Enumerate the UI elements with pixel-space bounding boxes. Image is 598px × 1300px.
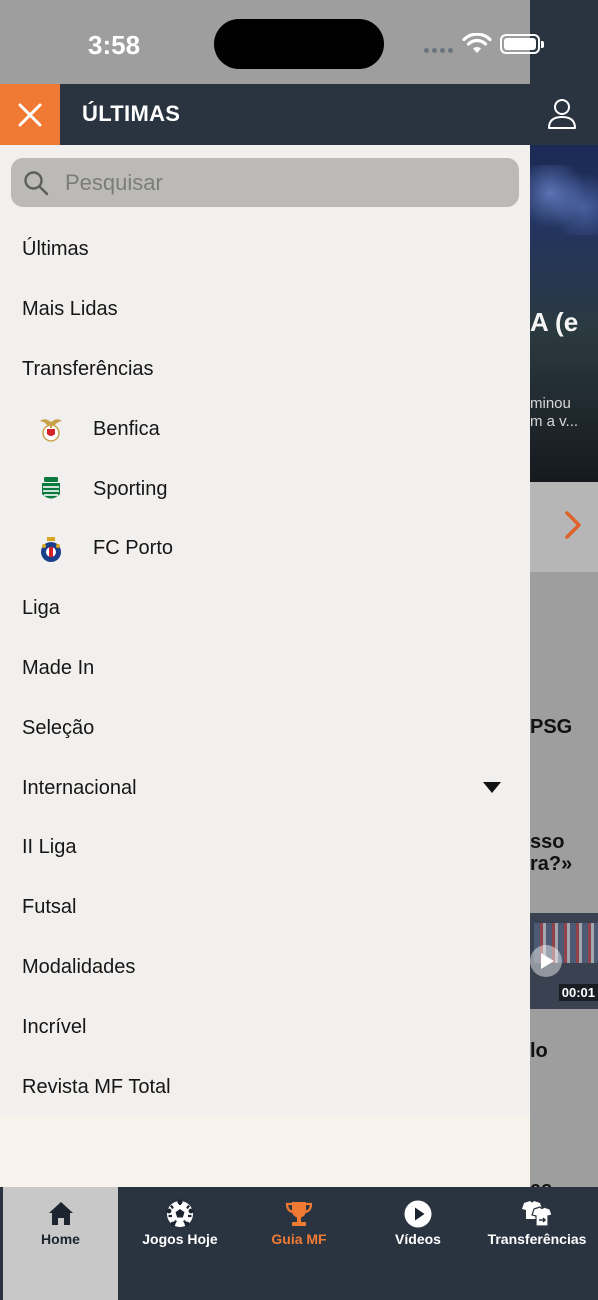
menu-item-label: Incrível: [22, 1015, 87, 1038]
hero-snippet: minou m a v...: [530, 395, 578, 431]
background-hero-image[interactable]: A (e minou m a v...: [530, 145, 598, 482]
menu-item-modalidades[interactable]: Modalidades: [0, 938, 530, 998]
menu-item-mais-lidas[interactable]: Mais Lidas: [0, 280, 530, 340]
menu-list: Últimas Mais Lidas Transferências Benfic…: [0, 220, 530, 1117]
menu-item-liga[interactable]: Liga: [0, 579, 530, 639]
play-icon: [530, 945, 562, 977]
jersey-swap-icon: [522, 1201, 553, 1227]
menu-item-label: Liga: [22, 597, 60, 620]
menu-item-ii-liga[interactable]: II Liga: [0, 818, 530, 878]
bottom-tab-bar: Home Jogos Hoje Guia MF Vídeos Transferê…: [0, 1187, 598, 1300]
menu-item-made-in[interactable]: Made In: [0, 639, 530, 699]
menu-item-label: Transferências: [22, 357, 154, 380]
trophy-icon: [285, 1202, 313, 1226]
menu-item-sporting[interactable]: Sporting: [0, 459, 530, 519]
battery-icon: [500, 34, 544, 54]
sporting-crest-icon: [42, 477, 60, 499]
menu-item-revista-mf-total[interactable]: Revista MF Total: [0, 1057, 530, 1117]
menu-item-fc-porto[interactable]: FC Porto: [0, 519, 530, 579]
close-icon: [18, 103, 42, 126]
menu-item-label: Revista MF Total: [22, 1075, 171, 1098]
menu-item-label: Sporting: [93, 477, 168, 500]
search-input[interactable]: [65, 158, 505, 207]
tab-jogos-hoje[interactable]: Jogos Hoje: [121, 1187, 239, 1300]
menu-item-label: Futsal: [22, 896, 77, 919]
close-menu-button[interactable]: [0, 84, 60, 145]
story-headline[interactable]: PSG: [530, 716, 572, 738]
tab-label: Jogos Hoje: [142, 1231, 218, 1247]
hero-headline: A (e: [530, 307, 579, 337]
menu-item-ultimas[interactable]: Últimas: [0, 220, 530, 280]
menu-item-label: Benfica: [93, 417, 160, 440]
user-profile-icon[interactable]: [545, 97, 579, 131]
menu-item-label: Modalidades: [22, 955, 136, 978]
app-header: ÚLTIMAS: [0, 84, 598, 145]
menu-item-label: Últimas: [22, 238, 89, 261]
tab-videos[interactable]: Vídeos: [359, 1187, 477, 1300]
story-headline[interactable]: lo: [530, 1040, 548, 1062]
hero-snippet-line: minou: [530, 395, 571, 412]
menu-item-benfica[interactable]: Benfica: [0, 399, 530, 459]
menu-item-transferencias[interactable]: Transferências: [0, 340, 530, 400]
signal-dots-icon: [424, 48, 453, 53]
story-headline-line: sso: [530, 831, 565, 853]
menu-item-label: Mais Lidas: [22, 298, 118, 321]
menu-item-label: II Liga: [22, 836, 77, 859]
dynamic-island: [214, 19, 384, 69]
tab-label: Vídeos: [395, 1231, 441, 1247]
tab-label: Transferências: [487, 1231, 587, 1247]
home-icon: [48, 1202, 73, 1225]
menu-item-futsal[interactable]: Futsal: [0, 878, 530, 938]
menu-item-incrivel[interactable]: Incrível: [0, 997, 530, 1057]
chevron-right-icon[interactable]: [563, 510, 583, 540]
soccer-ball-icon: [166, 1199, 194, 1227]
menu-item-label: Seleção: [22, 716, 95, 739]
tab-label: Guia MF: [271, 1231, 327, 1247]
story-headline[interactable]: sso ra?»: [530, 831, 572, 875]
tab-guia-mf[interactable]: Guia MF: [240, 1187, 358, 1300]
fc-porto-crest-icon: [41, 536, 61, 562]
hero-snippet-line: m a v...: [530, 413, 579, 430]
video-thumbnail[interactable]: 00:01: [530, 913, 598, 1009]
play-icon: [404, 1200, 432, 1228]
wifi-icon: [462, 33, 492, 53]
page-title: ÚLTIMAS: [82, 101, 181, 126]
stadium-lights: [530, 165, 598, 235]
story-headline-line: ra?»: [530, 853, 573, 875]
benfica-crest-icon: [40, 419, 62, 443]
menu-item-label: Internacional: [22, 776, 137, 799]
tab-label: Home: [41, 1231, 80, 1247]
status-time: 3:58: [88, 30, 141, 60]
search-icon: [24, 171, 49, 196]
menu-item-internacional[interactable]: Internacional: [0, 758, 530, 818]
menu-item-label: FC Porto: [93, 537, 174, 560]
navigation-drawer: Últimas Mais Lidas Transferências Benfic…: [0, 145, 530, 1187]
search-bar[interactable]: [11, 158, 519, 207]
video-duration: 00:01: [558, 984, 598, 1001]
expand-caret-icon[interactable]: [483, 782, 501, 794]
menu-item-selecao[interactable]: Seleção: [0, 698, 530, 758]
tab-transferencias[interactable]: Transferências: [478, 1187, 596, 1300]
status-bar: 3:58: [0, 0, 598, 84]
tab-home[interactable]: Home: [0, 1187, 118, 1300]
drawer-footer: [0, 1115, 530, 1187]
menu-item-label: Made In: [22, 656, 95, 679]
